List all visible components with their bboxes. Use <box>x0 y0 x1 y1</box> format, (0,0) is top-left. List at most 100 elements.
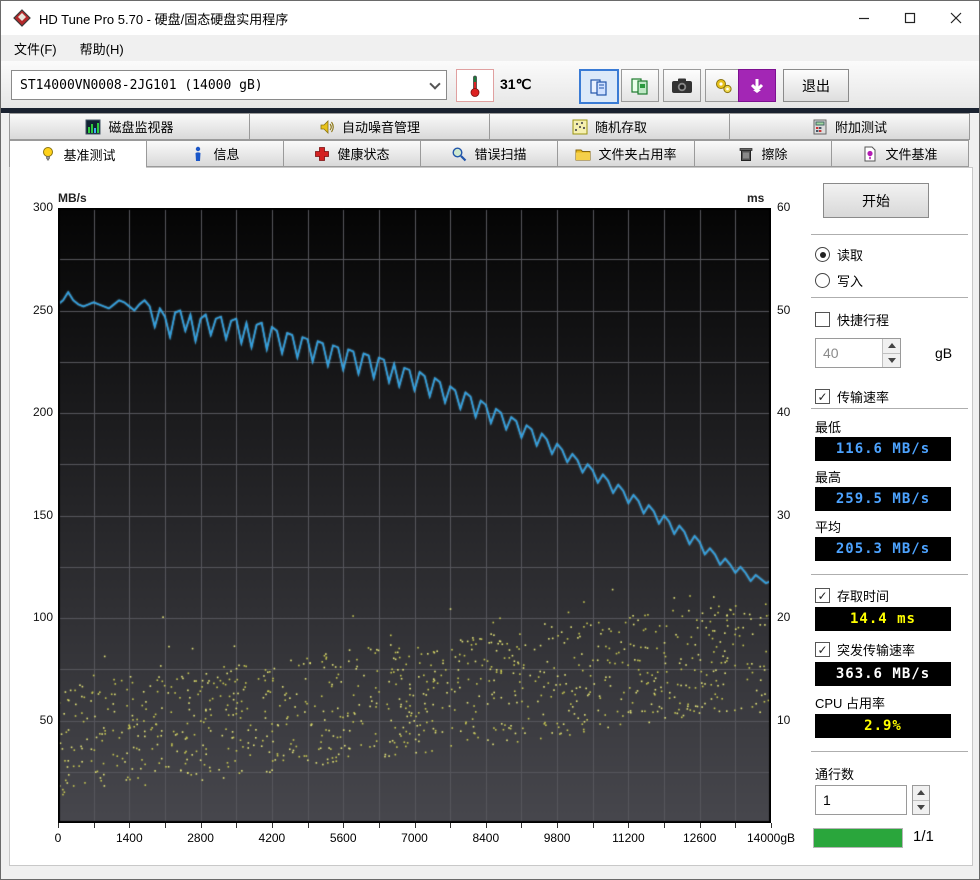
tab-health[interactable]: 健康状态 <box>283 140 421 167</box>
min-value-display: 116.6 MB/s <box>815 437 951 461</box>
close-icon <box>950 12 962 24</box>
x-axis-tick-mark <box>486 823 487 828</box>
short-stroke-spinner[interactable]: 40 <box>815 338 901 368</box>
start-button-label: 开始 <box>862 191 890 211</box>
y-left-tick-label: 50 <box>19 713 53 727</box>
y-left-tick-label: 250 <box>19 303 53 317</box>
burst-rate-display: 363.6 MB/s <box>815 662 951 686</box>
x-axis-tick-mark <box>129 823 130 828</box>
x-axis-tick-mark <box>593 823 594 828</box>
access-time-row[interactable]: ✓ 存取时间 <box>815 586 889 605</box>
maximize-button[interactable] <box>887 1 933 35</box>
copy-to-clipboard-button[interactable] <box>579 69 619 104</box>
divider <box>811 234 968 235</box>
short-stroke-unit: gB <box>935 345 952 361</box>
noise-management-icon <box>319 119 335 135</box>
tab-row-top: 磁盘监视器 自动噪音管理 随机存取 附加测试 <box>9 113 970 140</box>
tab-file-benchmark[interactable]: 文件基准 <box>831 140 969 167</box>
progress-bar <box>813 828 903 848</box>
short-stroke-label: 快捷行程 <box>837 310 889 329</box>
burst-rate-label: 突发传输速率 <box>837 640 915 659</box>
read-radio[interactable] <box>815 247 830 262</box>
x-axis-tick-mark <box>343 823 344 828</box>
tab-label: 自动噪音管理 <box>342 117 420 136</box>
tab-folder-usage[interactable]: 文件夹占用率 <box>557 140 695 167</box>
drive-select-value: ST14000VN0008-2JG101 (14000 gB) <box>12 78 416 93</box>
tab-label: 随机存取 <box>595 117 647 136</box>
transfer-rate-label: 传输速率 <box>837 387 889 406</box>
tab-random-access[interactable]: 随机存取 <box>489 113 730 140</box>
copy-image-icon <box>630 76 650 96</box>
y-right-tick-label: 40 <box>777 405 790 419</box>
window-title: HD Tune Pro 5.70 - 硬盘/固态硬盘实用程序 <box>39 9 288 28</box>
drive-select[interactable]: ST14000VN0008-2JG101 (14000 gB) <box>11 70 447 100</box>
menu-bar: 文件(F) 帮助(H) <box>1 35 979 62</box>
tab-extra-tests[interactable]: 附加测试 <box>729 113 970 140</box>
tab-label: 文件基准 <box>885 144 937 163</box>
y-right-tick-label: 50 <box>777 303 790 317</box>
pass-count-arrows <box>912 785 930 815</box>
tab-noise-management[interactable]: 自动噪音管理 <box>249 113 490 140</box>
random-access-icon <box>572 119 588 135</box>
short-stroke-checkbox[interactable] <box>815 312 830 327</box>
menu-help[interactable]: 帮助(H) <box>70 35 134 62</box>
x-axis-tick-mark <box>521 823 522 828</box>
burst-rate-row[interactable]: ✓ 突发传输速率 <box>815 640 915 659</box>
tab-label: 磁盘监视器 <box>108 117 173 136</box>
temperature-button[interactable] <box>456 69 494 102</box>
app-logo-icon <box>13 9 31 27</box>
start-button[interactable]: 开始 <box>823 183 929 218</box>
short-stroke-value: 40 <box>816 339 882 367</box>
x-axis-tick-mark <box>700 823 701 828</box>
tab-disk-monitor[interactable]: 磁盘监视器 <box>9 113 250 140</box>
y-right-tick-label: 20 <box>777 610 790 624</box>
avg-label: 平均 <box>815 517 841 536</box>
pass-count-spinner[interactable]: 1 <box>815 785 907 815</box>
spinner-arrows <box>913 786 929 814</box>
spin-up-button[interactable] <box>883 339 900 354</box>
save-results-button[interactable] <box>738 69 776 102</box>
transfer-rate-row[interactable]: ✓ 传输速率 <box>815 387 889 406</box>
minimize-button[interactable] <box>841 1 887 35</box>
tab-label: 基准测试 <box>63 145 115 164</box>
burst-rate-checkbox[interactable]: ✓ <box>815 642 830 657</box>
spin-up-button[interactable] <box>913 786 929 801</box>
maximize-icon <box>904 12 916 24</box>
save-download-icon <box>748 77 766 95</box>
benchmark-icon <box>40 146 56 162</box>
spin-down-button[interactable] <box>883 354 900 368</box>
extra-tests-icon <box>812 119 828 135</box>
x-axis-tick-label: 2800 <box>187 831 214 845</box>
tab-benchmark[interactable]: 基准测试 <box>9 140 147 168</box>
y-right-tick-label: 10 <box>777 713 790 727</box>
menu-file[interactable]: 文件(F) <box>4 35 67 62</box>
copy-image-button[interactable] <box>621 69 659 102</box>
exit-button[interactable]: 退出 <box>783 69 849 102</box>
x-axis-tick-label: 1400 <box>116 831 143 845</box>
x-axis-tick-mark <box>415 823 416 828</box>
tab-info[interactable]: 信息 <box>146 140 284 167</box>
short-stroke-row[interactable]: 快捷行程 <box>815 310 889 329</box>
access-time-checkbox[interactable]: ✓ <box>815 588 830 603</box>
minimize-icon <box>858 12 870 24</box>
thermometer-icon <box>469 75 481 97</box>
tab-label: 附加测试 <box>835 117 887 136</box>
write-radio[interactable] <box>815 273 830 288</box>
toolbar: ST14000VN0008-2JG101 (14000 gB) 31℃ <box>1 61 979 108</box>
close-button[interactable] <box>933 1 979 35</box>
spinner-arrows <box>882 339 900 367</box>
screenshot-button[interactable] <box>663 69 701 102</box>
x-axis-tick-mark <box>165 823 166 828</box>
tab-erase[interactable]: 擦除 <box>694 140 832 167</box>
tab-error-scan[interactable]: 错误扫描 <box>420 140 558 167</box>
write-radio-row[interactable]: 写入 <box>815 271 863 290</box>
x-axis-tick-label: 5600 <box>330 831 357 845</box>
x-axis-tick-mark <box>94 823 95 828</box>
hdtune-window: { "window": { "title": "HD Tune Pro 5.70… <box>0 0 980 880</box>
divider <box>811 297 968 298</box>
read-radio-row[interactable]: 读取 <box>815 245 863 264</box>
x-axis-tick-label: 12600 <box>683 831 716 845</box>
transfer-rate-checkbox[interactable]: ✓ <box>815 389 830 404</box>
spin-down-button[interactable] <box>913 801 929 815</box>
avg-value-display: 205.3 MB/s <box>815 537 951 561</box>
